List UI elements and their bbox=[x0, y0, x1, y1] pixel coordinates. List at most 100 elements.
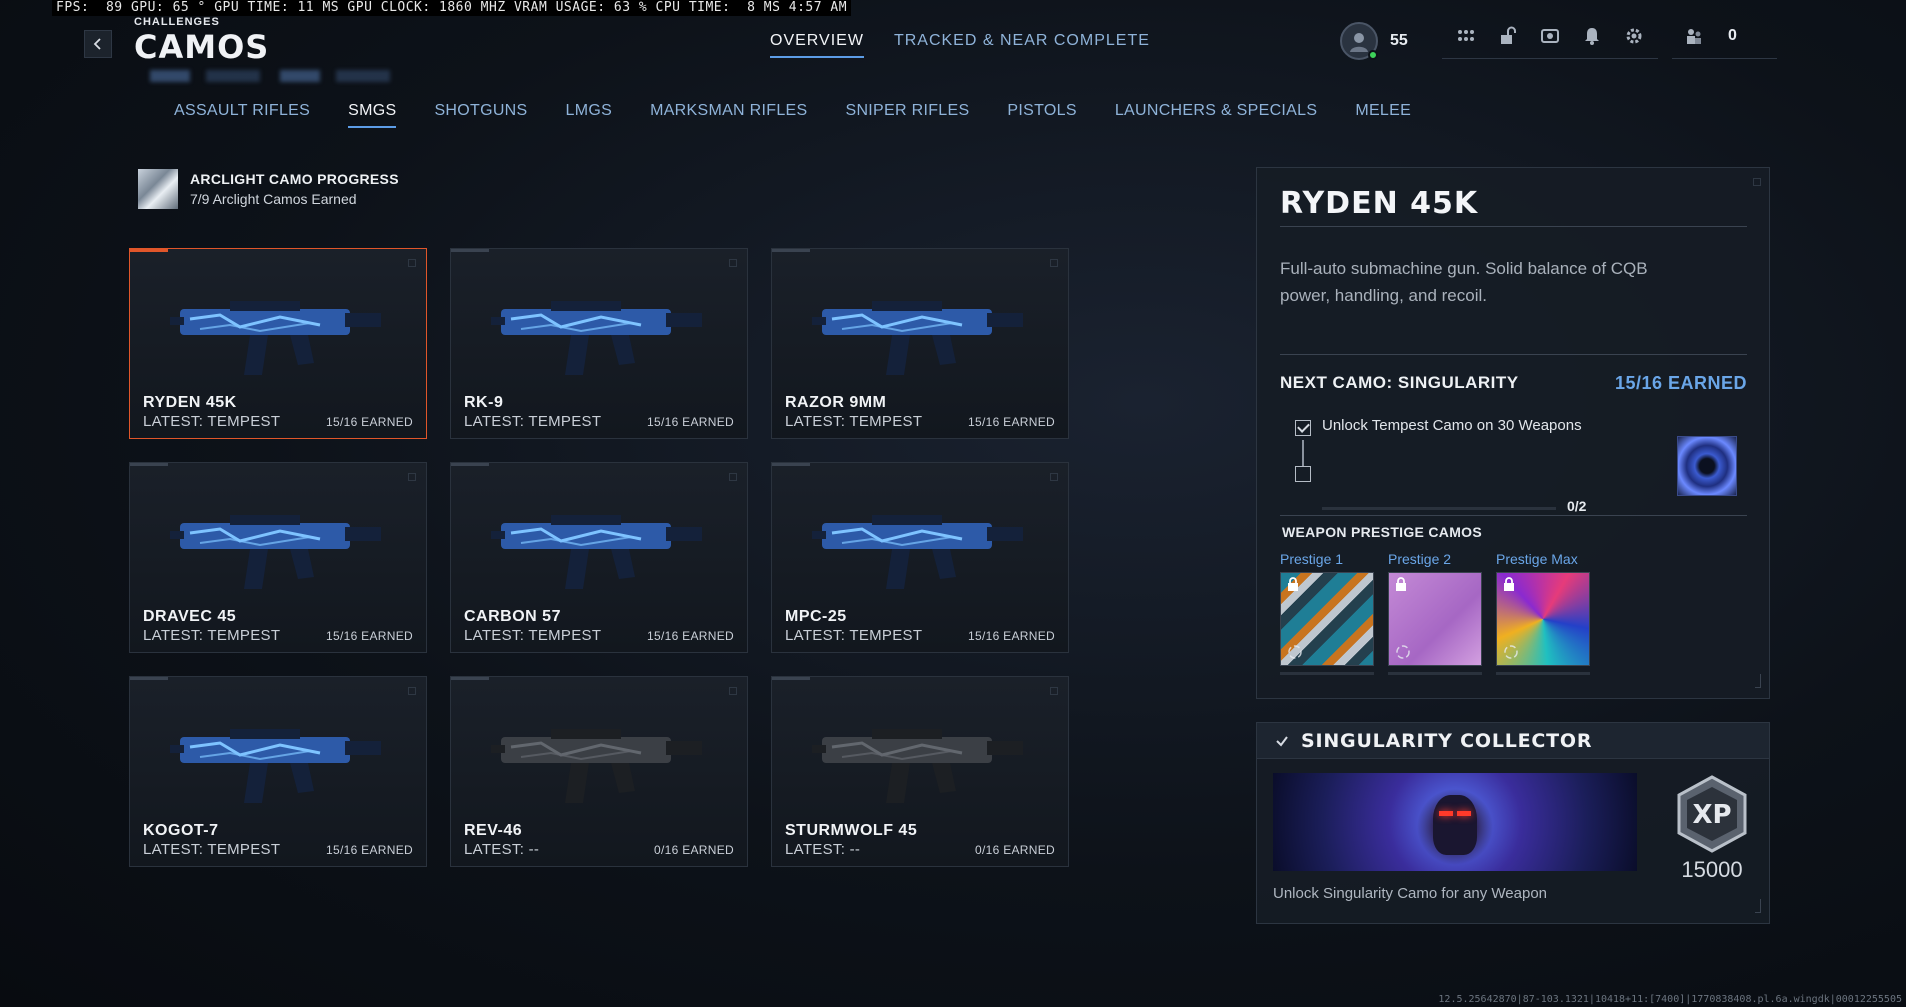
arclight-title: ARCLIGHT CAMO PROGRESS bbox=[190, 171, 399, 187]
weapon-card[interactable]: STURMWOLF 45 LATEST: -- 0/16 EARNED bbox=[771, 676, 1069, 867]
tab-melee[interactable]: MELEE bbox=[1355, 102, 1411, 128]
card-corner bbox=[408, 687, 416, 695]
prestige-cycle-icon bbox=[1396, 645, 1410, 659]
category-tabs: ASSAULT RIFLES SMGS SHOTGUNS LMGS MARKSM… bbox=[174, 102, 1411, 128]
tab-smgs[interactable]: SMGS bbox=[348, 102, 397, 128]
challenge-checkbox-pending bbox=[1295, 466, 1311, 482]
weapon-card[interactable]: RAZOR 9MM LATEST: TEMPEST 15/16 EARNED bbox=[771, 248, 1069, 439]
tab-overview[interactable]: OVERVIEW bbox=[770, 32, 864, 58]
divider bbox=[1280, 515, 1747, 516]
avatar[interactable] bbox=[1340, 22, 1378, 60]
card-corner bbox=[1050, 473, 1058, 481]
prestige-label: Prestige 1 bbox=[1280, 551, 1344, 567]
weapon-earned-count: 15/16 EARNED bbox=[326, 415, 413, 429]
weapon-card[interactable]: CARBON 57 LATEST: TEMPEST 15/16 EARNED bbox=[450, 462, 748, 653]
weapon-card[interactable]: DRAVEC 45 LATEST: TEMPEST 15/16 EARNED bbox=[129, 462, 427, 653]
prestige-label: Prestige 2 bbox=[1388, 551, 1452, 567]
tab-shotguns[interactable]: SHOTGUNS bbox=[434, 102, 527, 128]
panel-corner bbox=[1753, 178, 1761, 186]
title-decoration bbox=[150, 70, 410, 82]
challenge-text: Unlock Tempest Camo on 30 Weapons bbox=[1322, 417, 1582, 434]
tab-sniper-rifles[interactable]: SNIPER RIFLES bbox=[845, 102, 969, 128]
card-accent bbox=[451, 677, 489, 680]
arclight-camo-thumbnail bbox=[138, 169, 178, 209]
weapon-card[interactable]: KOGOT-7 LATEST: TEMPEST 15/16 EARNED bbox=[129, 676, 427, 867]
divider bbox=[1280, 226, 1747, 227]
next-camo-earned: 15/16 EARNED bbox=[1614, 373, 1747, 393]
xp-badge-icon: XP bbox=[1677, 775, 1747, 853]
online-status-icon bbox=[1368, 50, 1378, 60]
weapon-image bbox=[812, 301, 1023, 375]
weapon-latest-camo: LATEST: -- bbox=[464, 841, 540, 858]
page-title: CAMOS bbox=[134, 28, 270, 66]
weapon-card[interactable]: MPC-25 LATEST: TEMPEST 15/16 EARNED bbox=[771, 462, 1069, 653]
weapon-grid: RYDEN 45K LATEST: TEMPEST 15/16 EARNED RK-9… bbox=[129, 248, 1069, 867]
weapon-card[interactable]: RK-9 LATEST: TEMPEST 15/16 EARNED bbox=[450, 248, 748, 439]
panel-corner bbox=[1755, 899, 1761, 913]
tab-tracked-near-complete[interactable]: TRACKED & NEAR COMPLETE bbox=[894, 32, 1150, 58]
collector-title: SINGULARITY COLLECTOR bbox=[1301, 729, 1593, 752]
singularity-camo-thumbnail[interactable] bbox=[1677, 436, 1737, 496]
lock-icon bbox=[1288, 577, 1298, 591]
build-string: 12.5.25642870|87-103.1321|10418+11:[7400… bbox=[1438, 994, 1902, 1005]
weapon-card[interactable]: REV-46 LATEST: -- 0/16 EARNED bbox=[450, 676, 748, 867]
unlock-icon[interactable] bbox=[1496, 24, 1520, 48]
tab-pistols[interactable]: PISTOLS bbox=[1007, 102, 1076, 128]
tab-marksman-rifles[interactable]: MARKSMAN RIFLES bbox=[650, 102, 807, 128]
tab-launchers-specials[interactable]: LAUNCHERS & SPECIALS bbox=[1115, 102, 1318, 128]
weapon-name: DRAVEC 45 bbox=[143, 608, 237, 625]
weapon-latest-camo: LATEST: TEMPEST bbox=[464, 413, 602, 430]
card-accent bbox=[130, 463, 168, 466]
prestige-max-thumbnail bbox=[1496, 572, 1590, 666]
weapon-image bbox=[812, 515, 1023, 589]
weapon-image bbox=[491, 301, 702, 375]
hud-bar: 55 0 bbox=[1340, 22, 1777, 60]
prestige-1-camo[interactable]: Prestige 1 bbox=[1280, 551, 1374, 675]
player-level: 55 bbox=[1390, 32, 1408, 49]
weapon-image bbox=[170, 301, 381, 375]
weapon-name: CARBON 57 bbox=[464, 608, 561, 625]
weapon-image bbox=[170, 729, 381, 803]
card-corner bbox=[1050, 259, 1058, 267]
arclight-progress: ARCLIGHT CAMO PROGRESS 7/9 Arclight Camo… bbox=[138, 169, 399, 209]
banner-eye bbox=[1457, 811, 1471, 816]
tab-lmgs[interactable]: LMGS bbox=[566, 102, 613, 128]
banner-eye bbox=[1439, 811, 1453, 816]
weapon-earned-count: 0/16 EARNED bbox=[654, 843, 734, 857]
card-corner bbox=[729, 259, 737, 267]
top-tabs: OVERVIEW TRACKED & NEAR COMPLETE bbox=[770, 32, 1150, 58]
back-button[interactable] bbox=[84, 30, 112, 58]
singularity-collector-panel[interactable]: SINGULARITY COLLECTOR XP 15000 Unlock Si… bbox=[1256, 722, 1770, 924]
prestige-1-thumbnail bbox=[1280, 572, 1374, 666]
weapon-latest-camo: LATEST: -- bbox=[785, 841, 861, 858]
weapon-name: RK-9 bbox=[464, 394, 504, 411]
apps-grid-icon[interactable] bbox=[1454, 24, 1478, 48]
arclight-subtitle: 7/9 Arclight Camos Earned bbox=[190, 191, 357, 207]
lock-icon bbox=[1396, 577, 1406, 591]
settings-gear-icon[interactable] bbox=[1622, 24, 1646, 48]
weapon-latest-camo: LATEST: TEMPEST bbox=[143, 841, 281, 858]
panel-corner bbox=[1755, 674, 1761, 688]
performance-overlay: FPS: 89 GPU: 65 ° GPU TIME: 11 MS GPU CL… bbox=[52, 0, 852, 16]
video-icon[interactable] bbox=[1538, 24, 1562, 48]
chevron-left-icon bbox=[93, 38, 101, 50]
card-accent bbox=[130, 249, 168, 252]
collector-reward-banner bbox=[1273, 773, 1637, 871]
card-corner bbox=[408, 259, 416, 267]
weapon-earned-count: 15/16 EARNED bbox=[326, 843, 413, 857]
card-corner bbox=[408, 473, 416, 481]
weapon-latest-camo: LATEST: TEMPEST bbox=[785, 627, 923, 644]
soldier-icon bbox=[1350, 33, 1368, 52]
weapon-card[interactable]: RYDEN 45K LATEST: TEMPEST 15/16 EARNED bbox=[129, 248, 427, 439]
friends-count: 0 bbox=[1728, 26, 1737, 44]
challenge-checkbox-complete bbox=[1295, 420, 1311, 436]
detail-weapon-name: RYDEN 45K bbox=[1280, 186, 1479, 221]
notifications-bell-icon[interactable] bbox=[1580, 24, 1604, 48]
tab-assault-rifles[interactable]: ASSAULT RIFLES bbox=[174, 102, 310, 128]
prestige-max-camo[interactable]: Prestige Max bbox=[1496, 551, 1590, 675]
prestige-2-camo[interactable]: Prestige 2 bbox=[1388, 551, 1482, 675]
collector-unlock-text: Unlock Singularity Camo for any Weapon bbox=[1273, 885, 1548, 902]
friends-icon[interactable] bbox=[1682, 24, 1706, 48]
banner-figure bbox=[1433, 795, 1477, 855]
prestige-camos-title: WEAPON PRESTIGE CAMOS bbox=[1282, 524, 1482, 540]
